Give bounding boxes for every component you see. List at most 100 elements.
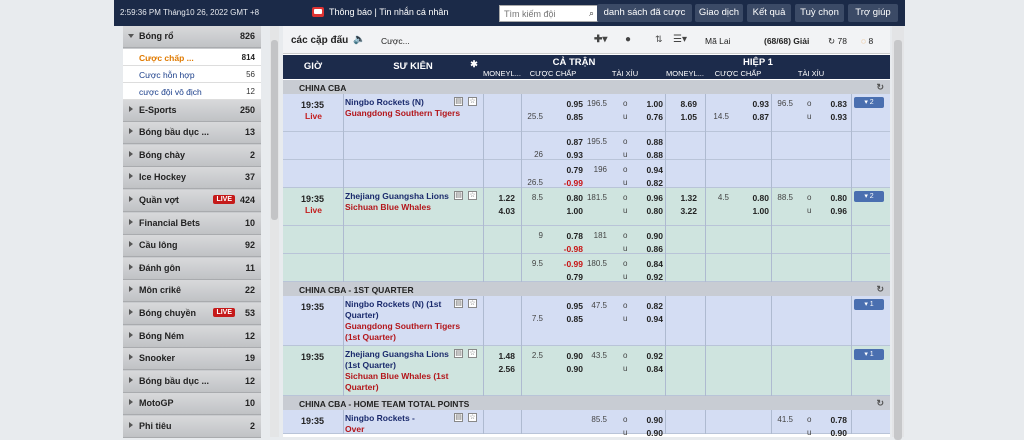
odds-o1[interactable]: 0.79	[553, 272, 583, 282]
odds-o2[interactable]: 0.82	[633, 301, 663, 311]
refresh-counter-2[interactable]: ◌ 8	[861, 36, 873, 46]
odds-mode[interactable]: Mã Lai	[705, 36, 731, 46]
notice-link[interactable]: Thông báo | Tin nhắn cá nhân	[312, 7, 448, 17]
more-bets-button[interactable]: ▾ 2	[854, 97, 884, 108]
refresh-counter[interactable]: ↻ 78	[828, 36, 847, 47]
odds-o2[interactable]: 0.96	[633, 193, 663, 203]
sidebar-item[interactable]: Quần vợt 424 LIVE	[123, 190, 261, 212]
sidebar-item[interactable]: Bóng chày 2	[123, 144, 261, 167]
more-bets-button[interactable]: ▾ 1	[854, 299, 884, 310]
odds-o2[interactable]: 0.92	[633, 272, 663, 282]
favorite-star-icon[interactable]: ☆	[468, 97, 477, 106]
odds-o2[interactable]: 0.84	[633, 259, 663, 269]
odds-o2[interactable]: 0.82	[633, 178, 663, 188]
odds-o2[interactable]: 0.92	[633, 351, 663, 361]
odds-ouv[interactable]: 181	[583, 231, 607, 240]
refresh-icon[interactable]: ↻	[876, 82, 884, 93]
odds-o1[interactable]: 1.00	[553, 206, 583, 216]
sidebar-subitem[interactable]: cược đội vô địch 12	[123, 82, 261, 100]
odds-o2[interactable]: 0.86	[633, 244, 663, 254]
favorite-star-icon[interactable]: ☆	[468, 299, 477, 308]
results-button[interactable]: Kết quả	[747, 4, 791, 22]
odds-hml[interactable]: 1.32	[667, 193, 697, 203]
odds-o1[interactable]: -0.99	[553, 259, 583, 269]
search-icon[interactable]: ⌕	[586, 8, 597, 19]
odds-o2[interactable]: 0.84	[633, 364, 663, 374]
sidebar-item[interactable]: Bóng rổ 826	[123, 26, 261, 48]
odds-ho2[interactable]: 0.83	[817, 99, 847, 109]
sidebar-item[interactable]: Bóng bầu dục ... 13	[123, 122, 261, 145]
odds-o2[interactable]: 0.94	[633, 165, 663, 175]
sidebar-item[interactable]: Financial Bets 10	[123, 212, 261, 235]
odds-o1[interactable]: 0.95	[553, 301, 583, 311]
odds-o1[interactable]: -0.98	[553, 244, 583, 254]
odds-o1[interactable]: 0.78	[553, 231, 583, 241]
odds-o1[interactable]: 0.80	[553, 193, 583, 203]
league-header[interactable]: CHINA CBA ↻	[283, 80, 890, 94]
odds-o2[interactable]: 0.94	[633, 314, 663, 324]
odds-ouv[interactable]: 181.5	[583, 193, 607, 202]
odds-ho2[interactable]: 0.96	[817, 206, 847, 216]
sidebar-item[interactable]: Ice Hockey 37	[123, 167, 261, 190]
odds-o1[interactable]: 0.93	[553, 150, 583, 160]
odds-ho2[interactable]: 0.93	[817, 112, 847, 122]
sidebar-item[interactable]: E-Sports 250	[123, 99, 261, 122]
odds-ml[interactable]: 1.22	[485, 193, 515, 203]
speaker-icon[interactable]: 🔈	[353, 34, 365, 45]
favorite-star-icon[interactable]: ☆	[468, 191, 477, 200]
odds-o2[interactable]: 0.90	[633, 415, 663, 425]
odds-ouv[interactable]: 85.5	[583, 415, 607, 424]
odds-ml[interactable]: 1.48	[485, 351, 515, 361]
sidebar-subitem[interactable]: Cược hỗn hợp 56	[123, 65, 261, 83]
odds-o1[interactable]: 0.95	[553, 99, 583, 109]
info-icon[interactable]: ●	[625, 34, 631, 45]
odds-o1[interactable]: 0.85	[553, 112, 583, 122]
sidebar-item[interactable]: Cầu lông 92	[123, 235, 261, 258]
stats-icon[interactable]: ▤	[454, 97, 463, 106]
notice-text[interactable]: Thông báo | Tin nhắn cá nhân	[329, 7, 448, 17]
odds-o2[interactable]: 0.76	[633, 112, 663, 122]
stats-icon[interactable]: ▤	[454, 413, 463, 422]
odds-ho1[interactable]: 0.87	[739, 112, 769, 122]
league-header[interactable]: CHINA CBA - 1ST QUARTER ↻	[283, 282, 890, 296]
odds-ouv[interactable]: 180.5	[583, 259, 607, 268]
sidebar-item[interactable]: Đánh gôn 11	[123, 257, 261, 280]
sidebar-item[interactable]: Snooker 19	[123, 348, 261, 371]
sidebar-item[interactable]: Bóng chuyền 53 LIVE	[123, 303, 261, 325]
stats-icon[interactable]: ▤	[454, 191, 463, 200]
odds-o2[interactable]: 0.88	[633, 137, 663, 147]
favorite-star-icon[interactable]: ☆	[468, 413, 477, 422]
odds-ho1[interactable]: 1.00	[739, 206, 769, 216]
odds-ouv[interactable]: 47.5	[583, 301, 607, 310]
add-icon[interactable]: ✚▾	[594, 34, 607, 45]
odds-o1[interactable]: 0.79	[553, 165, 583, 175]
list-icon[interactable]: ☰▾	[673, 34, 687, 45]
sidebar-item[interactable]: Bóng bầu dục ... 12	[123, 370, 261, 393]
odds-ho2[interactable]: 0.80	[817, 193, 847, 203]
odds-ho1[interactable]: 0.80	[739, 193, 769, 203]
odds-houv[interactable]: 88.5	[769, 193, 793, 202]
sort-icon[interactable]: ⇅	[655, 34, 663, 45]
odds-o2[interactable]: 0.80	[633, 206, 663, 216]
odds-houv[interactable]: 96.5	[769, 99, 793, 108]
sidebar-scrollbar[interactable]	[270, 26, 279, 437]
stats-icon[interactable]: ▤	[454, 349, 463, 358]
odds-ml[interactable]: 4.03	[485, 206, 515, 216]
odds-ouv[interactable]: 195.5	[583, 137, 607, 146]
odds-o2[interactable]: 0.88	[633, 150, 663, 160]
sidebar-subitem[interactable]: Cược chấp ... 814	[123, 48, 261, 66]
sidebar-item[interactable]: Bóng Ném 12	[123, 325, 261, 348]
refresh-icon[interactable]: ↻	[876, 284, 884, 295]
odds-ho2[interactable]: 0.78	[817, 415, 847, 425]
odds-ouv[interactable]: 196	[583, 165, 607, 174]
sidebar-item[interactable]: Môn crikê 22	[123, 280, 261, 303]
filter-text[interactable]: Cược...	[381, 36, 410, 46]
odds-ouv[interactable]: 43.5	[583, 351, 607, 360]
sidebar-item[interactable]: Phi tiêu 2	[123, 416, 261, 438]
odds-houv[interactable]: 41.5	[769, 415, 793, 424]
odds-o1[interactable]: 0.90	[553, 351, 583, 361]
main-scrollbar[interactable]	[892, 26, 904, 440]
odds-ml[interactable]: 2.56	[485, 364, 515, 374]
league-count[interactable]: (68/68) Giải	[764, 36, 809, 46]
transactions-button[interactable]: Giao dịch	[695, 4, 743, 22]
